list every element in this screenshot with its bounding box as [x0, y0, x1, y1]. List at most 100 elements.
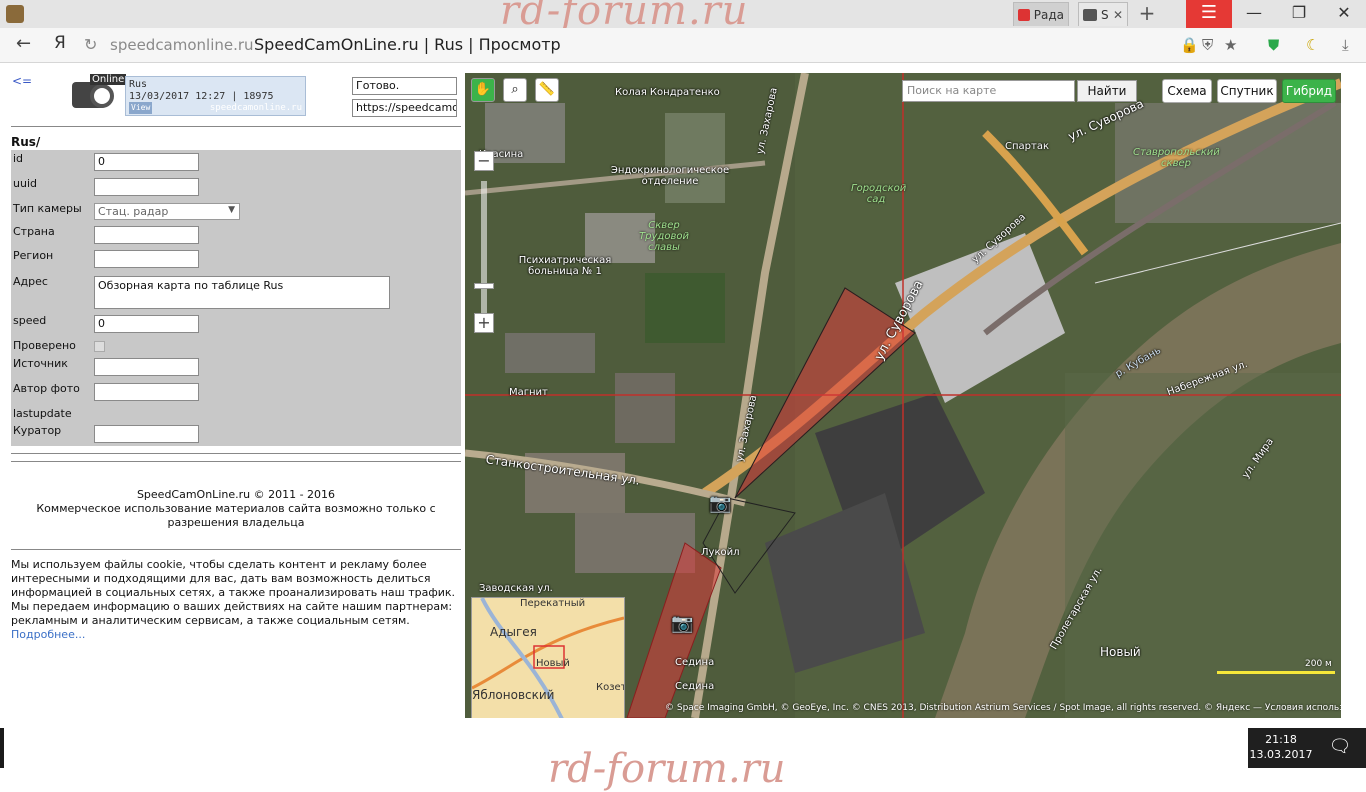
notification-icon[interactable]: 🗨	[1314, 728, 1366, 768]
info-site: speedcamonline.ru	[209, 103, 302, 113]
map-poi-park3: Ставропольский сквер	[1133, 147, 1220, 169]
region-field[interactable]	[94, 250, 199, 268]
url-title[interactable]: SpeedCamOnLine.ru | Rus | Просмотр	[254, 35, 561, 54]
zoom-slider-track[interactable]	[481, 181, 487, 321]
minimize-button[interactable]: —	[1232, 0, 1276, 28]
tab-label: S	[1101, 7, 1109, 22]
overview-minimap[interactable]: Перекатный Адыгея Новый Козет Яблоновски…	[471, 597, 625, 718]
cookie-notice: Мы используем файлы cookie, чтобы сделат…	[11, 558, 463, 642]
back-button[interactable]: ←	[16, 33, 31, 54]
curator-field[interactable]	[94, 425, 199, 443]
record-info-box[interactable]: Rus 13/03/2017 12:27 | 18975 View speedc…	[125, 76, 306, 116]
shield-extension-icon[interactable]: ⛊	[1268, 36, 1279, 54]
camera-type-value: Стац. радар	[98, 205, 169, 218]
download-icon[interactable]: ⤓	[1342, 36, 1349, 54]
divider	[11, 126, 461, 127]
yandex-button[interactable]: Я	[54, 33, 66, 53]
map-poi-park1: Сквер Трудовой славы	[639, 220, 689, 253]
divider	[11, 453, 461, 454]
tab-radar[interactable]: Рада	[1013, 2, 1069, 26]
address-label: Адрес	[13, 275, 48, 288]
speed-field[interactable]: 0	[94, 315, 199, 333]
id-label: id	[13, 152, 24, 165]
map-street-label: Колая Кондратенко	[615, 87, 720, 98]
zoom-in-button[interactable]: +	[474, 313, 494, 333]
cookie-more-link[interactable]: Подробнее...	[11, 628, 85, 641]
tab-label: Рада	[1033, 7, 1064, 22]
browser-app-icon[interactable]	[6, 5, 24, 23]
rd-forum-icon	[1018, 8, 1030, 21]
close-tab-icon[interactable]: ✕	[1113, 8, 1123, 22]
zoom-out-button[interactable]: −	[474, 151, 494, 171]
map-street-label: Заводская ул.	[479, 583, 553, 594]
address-bar: ← Я ↻ speedcamonline.ru SpeedCamOnLine.r…	[0, 28, 1366, 63]
region-label: Регион	[13, 249, 54, 262]
photo-author-label: Автор фото	[13, 382, 80, 395]
system-clock[interactable]: 21:18 13.03.2017	[1248, 728, 1314, 768]
source-field[interactable]	[94, 358, 199, 376]
uuid-label: uuid	[13, 177, 37, 190]
speedcam-logo[interactable]: Online	[66, 74, 127, 116]
map-stop-label: Седина	[675, 681, 715, 692]
speed-camera-marker[interactable]: 📷	[709, 493, 731, 514]
minimap-label: Яблоновский	[472, 688, 555, 702]
lens-icon	[90, 84, 114, 108]
info-line1: Rus	[129, 79, 148, 90]
speedcam-tab-icon	[1083, 8, 1097, 21]
camera-type-select[interactable]: Стац. радар ▼	[94, 203, 240, 220]
curator-label: Куратор	[13, 424, 62, 437]
info-view: View	[129, 102, 153, 114]
photo-author-field[interactable]	[94, 383, 199, 401]
close-window-button[interactable]: ✕	[1322, 0, 1366, 28]
speed-camera-marker[interactable]: 📷	[671, 613, 693, 634]
magnifier-tool-icon[interactable]: ⌕	[503, 78, 527, 102]
map-district-label: Новый	[1100, 645, 1141, 659]
footer: SpeedCamOnLine.ru © 2011 - 2016 Коммерче…	[11, 488, 461, 530]
night-mode-icon[interactable]: ☾	[1306, 36, 1319, 54]
zoom-slider-handle[interactable]	[474, 283, 494, 289]
layer-satellite-button[interactable]: Спутник	[1217, 79, 1277, 103]
map-search-input[interactable]: Поиск на карте	[902, 80, 1075, 102]
status-url-field[interactable]: https://speedcamon	[352, 99, 457, 117]
divider	[11, 461, 461, 462]
map-poi-lukoil: Лукойл	[701, 547, 740, 558]
browser-menu-button[interactable]: ☰	[1186, 0, 1232, 28]
footer-copyright: SpeedCamOnLine.ru © 2011 - 2016	[136, 488, 336, 501]
country-field[interactable]	[94, 226, 199, 244]
bookmark-star-icon[interactable]: ★	[1224, 36, 1237, 54]
protect-icon[interactable]: ⛨	[1202, 36, 1213, 54]
minimap-label: Адыгея	[490, 625, 537, 639]
lock-icon[interactable]: 🔒	[1180, 36, 1199, 54]
minimap-label: Новый	[536, 658, 570, 669]
maximize-button[interactable]: ❐	[1277, 0, 1321, 28]
layer-scheme-button[interactable]: Схема	[1162, 79, 1212, 103]
record-form: id 0 uuid Тип камеры Стац. радар ▼ Стран…	[11, 150, 461, 446]
camera-type-label: Тип камеры	[13, 202, 82, 215]
map-stop-label: Седина	[675, 657, 715, 668]
new-tab-button[interactable]: +	[1134, 2, 1160, 26]
status-field: Готово.	[352, 77, 457, 95]
map-copyright: © Space Imaging GmbH, © GeoEye, Inc. © C…	[665, 703, 1341, 713]
url-host[interactable]: speedcamonline.ru	[110, 36, 254, 54]
layer-hybrid-button[interactable]: Гибрид	[1282, 79, 1336, 103]
ruler-tool-icon[interactable]: 📏	[535, 78, 559, 102]
uuid-field[interactable]	[94, 178, 199, 196]
hand-tool-icon[interactable]: ✋	[471, 78, 495, 102]
reload-icon[interactable]: ↻	[84, 35, 97, 54]
clock-time: 21:18	[1265, 733, 1297, 746]
map-find-button[interactable]: Найти	[1077, 80, 1137, 102]
tab-speedcam[interactable]: S ✕	[1078, 2, 1128, 26]
id-field[interactable]: 0	[94, 153, 199, 171]
checked-label: Проверено	[13, 339, 76, 352]
map-poi-spartak: Спартак	[1005, 141, 1049, 152]
watermark-bottom: rd-forum.ru	[548, 746, 786, 792]
address-field[interactable]: Обзорная карта по таблице Rus	[94, 276, 390, 309]
source-label: Источник	[13, 357, 68, 370]
minimap-label: Перекатный	[520, 598, 586, 609]
speed-label: speed	[13, 314, 47, 327]
cookie-text: Мы используем файлы cookie, чтобы сделат…	[11, 558, 456, 627]
back-link[interactable]: <=	[12, 74, 32, 88]
checked-checkbox[interactable]	[94, 341, 105, 352]
footer-notice: Коммерческое использование материалов са…	[36, 502, 436, 529]
satellite-map[interactable]: Колая Кондратенко ул. Захарова ул. Сувор…	[465, 73, 1341, 718]
